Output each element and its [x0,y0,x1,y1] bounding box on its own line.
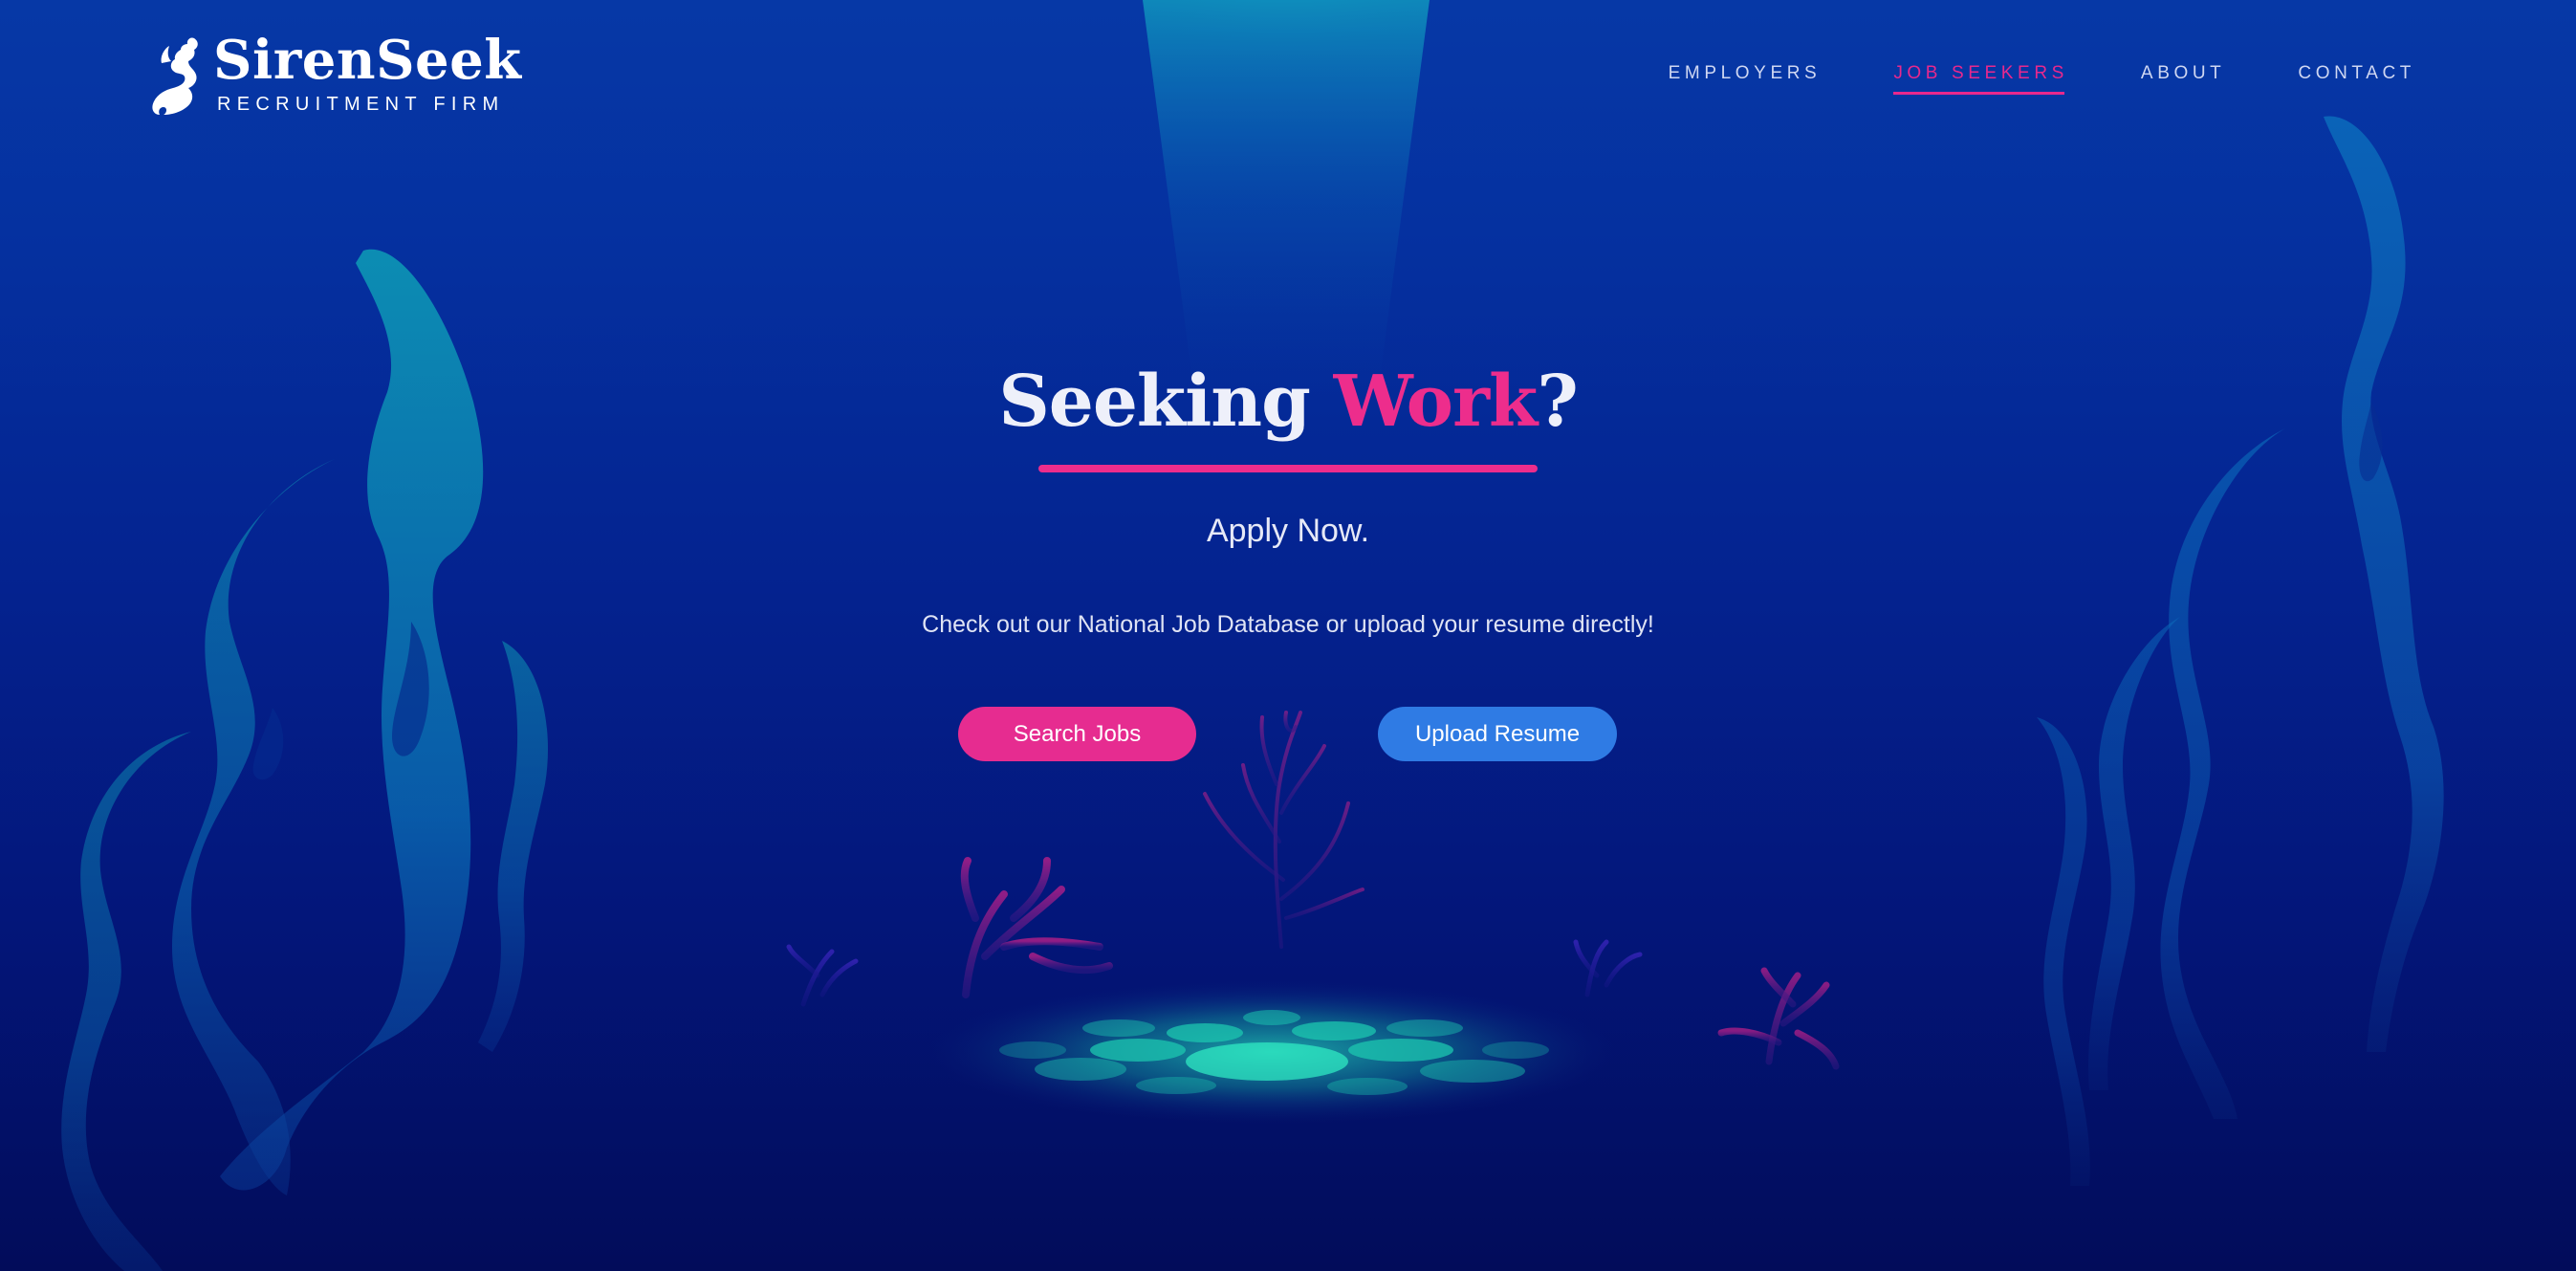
headline-accent: Work [1333,361,1539,443]
hero-actions: Search Jobs Upload Resume [0,707,2576,762]
brand-tagline: RECRUITMENT FIRM [217,94,505,115]
hero-description: Check out our National Job Database or u… [922,611,1654,638]
upload-resume-button[interactable]: Upload Resume [1378,707,1617,761]
mermaid-icon [152,37,198,115]
nav-job-seekers[interactable]: JOB SEEKERS [1893,63,2068,95]
page-title: Seeking Work? [0,356,2576,448]
brand-name: SirenSeek [213,29,522,92]
headline-underline [1038,465,1538,472]
headline-part1: Seeking [998,361,1334,443]
search-jobs-button[interactable]: Search Jobs [958,707,1196,761]
subheading: Apply Now. [1206,513,1370,549]
nav-about[interactable]: ABOUT [2141,63,2225,84]
nav-employers[interactable]: EMPLOYERS [1669,63,1822,84]
page-background: SirenSeek RECRUITMENT FIRM EMPLOYERS JOB… [0,0,2576,1271]
main-nav: EMPLOYERS JOB SEEKERS ABOUT CONTACT [1596,63,2415,95]
nav-contact[interactable]: CONTACT [2298,63,2415,84]
hero-section: Seeking Work? Apply Now. Check out our N… [0,356,2576,639]
brand-logo[interactable]: SirenSeek RECRUITMENT FIRM [148,29,521,121]
headline-part2: ? [1537,361,1578,443]
